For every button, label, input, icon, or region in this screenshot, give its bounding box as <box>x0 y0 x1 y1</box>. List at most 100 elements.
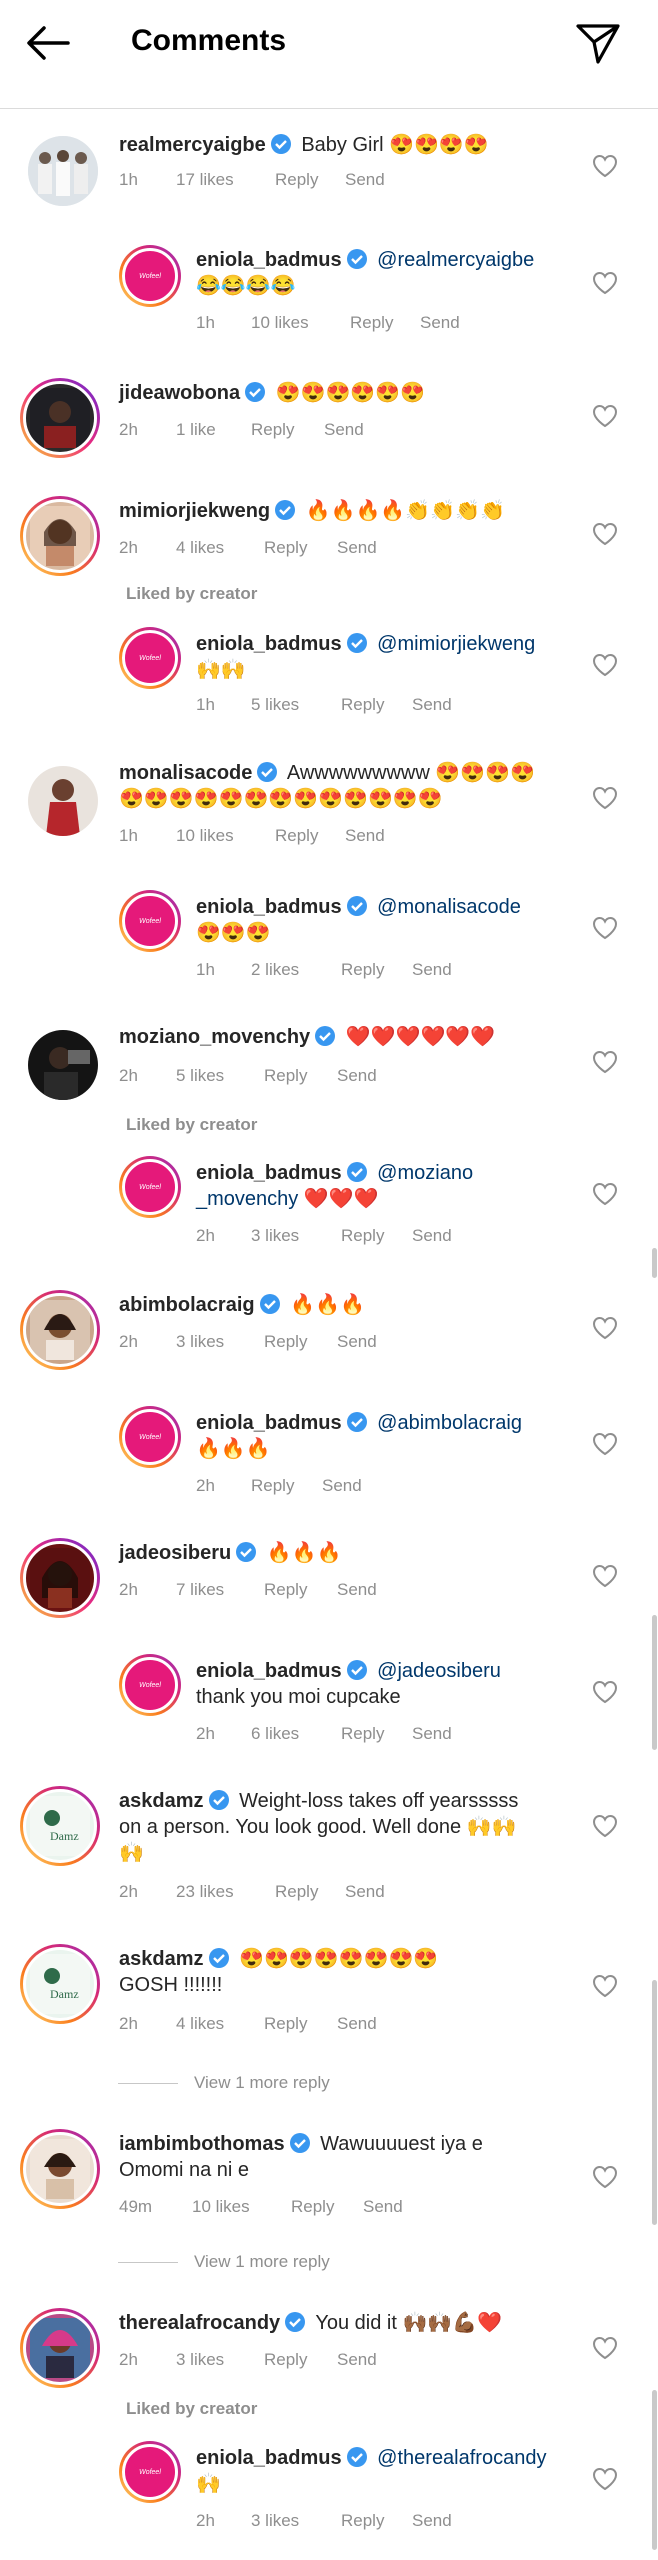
heart-icon[interactable] <box>592 1564 618 1588</box>
likes-count[interactable]: 1 like <box>176 420 251 440</box>
heart-icon[interactable] <box>592 916 618 940</box>
likes-count[interactable]: 10 likes <box>176 826 275 846</box>
likes-count[interactable]: 17 likes <box>176 170 275 190</box>
reply-button[interactable]: Reply <box>341 695 412 715</box>
likes-count[interactable]: 5 likes <box>251 695 341 715</box>
avatar[interactable] <box>20 2308 100 2388</box>
reply-button[interactable]: Reply <box>264 538 337 558</box>
username[interactable]: therealafrocandy <box>119 2312 280 2334</box>
mention[interactable]: @moziano <box>377 1162 473 1184</box>
reply-button[interactable]: Reply <box>291 2197 363 2217</box>
likes-count[interactable]: 3 likes <box>251 2511 341 2531</box>
reply-button[interactable]: Reply <box>341 1226 412 1246</box>
likes-count[interactable]: 3 likes <box>176 2350 264 2370</box>
avatar[interactable]: Wofeel <box>119 627 181 689</box>
heart-icon[interactable] <box>592 653 618 677</box>
back-arrow-icon[interactable] <box>22 22 74 64</box>
reply-button[interactable]: Reply <box>341 1724 412 1744</box>
reply-button[interactable]: Reply <box>275 170 345 190</box>
username[interactable]: monalisacode <box>119 762 252 784</box>
heart-icon[interactable] <box>592 404 618 428</box>
send-button[interactable]: Send <box>337 2014 377 2034</box>
send-button[interactable]: Send <box>324 420 364 440</box>
heart-icon[interactable] <box>592 786 618 810</box>
avatar[interactable]: Wofeel <box>119 245 181 307</box>
likes-count[interactable]: 3 likes <box>251 1226 341 1246</box>
avatar[interactable]: Wofeel <box>119 1654 181 1716</box>
paper-plane-icon[interactable] <box>572 18 624 68</box>
heart-icon[interactable] <box>592 1974 618 1998</box>
likes-count[interactable]: 5 likes <box>176 1066 264 1086</box>
view-more-replies[interactable]: View 1 more reply <box>118 2252 330 2272</box>
reply-button[interactable]: Reply <box>275 826 345 846</box>
likes-count[interactable]: 4 likes <box>176 538 264 558</box>
reply-button[interactable]: Reply <box>350 313 420 333</box>
avatar[interactable]: Damz <box>20 1786 100 1866</box>
avatar[interactable] <box>28 1030 98 1100</box>
username[interactable]: eniola_badmus <box>196 249 342 271</box>
send-button[interactable]: Send <box>337 1580 377 1600</box>
heart-icon[interactable] <box>592 2165 618 2189</box>
heart-icon[interactable] <box>592 1432 618 1456</box>
likes-count[interactable]: 10 likes <box>251 313 350 333</box>
send-button[interactable]: Send <box>337 1332 377 1352</box>
avatar[interactable]: Wofeel <box>119 1406 181 1468</box>
send-button[interactable]: Send <box>412 2511 452 2531</box>
username[interactable]: askdamz <box>119 1790 204 1812</box>
username[interactable]: mimiorjiekweng <box>119 500 270 522</box>
reply-button[interactable]: Reply <box>264 1580 337 1600</box>
avatar[interactable]: Wofeel <box>119 1156 181 1218</box>
username[interactable]: askdamz <box>119 1948 204 1970</box>
reply-button[interactable]: Reply <box>264 2350 337 2370</box>
avatar[interactable] <box>20 1290 100 1370</box>
avatar[interactable] <box>28 136 98 206</box>
reply-button[interactable]: Reply <box>251 420 324 440</box>
avatar[interactable]: Wofeel <box>119 890 181 952</box>
heart-icon[interactable] <box>592 1316 618 1340</box>
send-button[interactable]: Send <box>412 1226 452 1246</box>
mention[interactable]: @jadeosiberu <box>377 1660 501 1682</box>
reply-button[interactable]: Reply <box>264 1332 337 1352</box>
likes-count[interactable]: 10 likes <box>192 2197 291 2217</box>
likes-count[interactable]: 23 likes <box>176 1882 275 1902</box>
likes-count[interactable]: 6 likes <box>251 1724 341 1744</box>
heart-icon[interactable] <box>592 1050 618 1074</box>
likes-count[interactable]: 4 likes <box>176 2014 264 2034</box>
username[interactable]: abimbolacraig <box>119 1294 255 1316</box>
username[interactable]: eniola_badmus <box>196 1162 342 1184</box>
send-button[interactable]: Send <box>363 2197 403 2217</box>
heart-icon[interactable] <box>592 1680 618 1704</box>
username[interactable]: eniola_badmus <box>196 1660 342 1682</box>
avatar[interactable]: Damz <box>20 1944 100 2024</box>
username[interactable]: jideawobona <box>119 382 240 404</box>
avatar[interactable] <box>20 1538 100 1618</box>
likes-count[interactable]: 2 likes <box>251 960 341 980</box>
avatar[interactable]: Wofeel <box>119 2441 181 2503</box>
reply-button[interactable]: Reply <box>341 2511 412 2531</box>
reply-button[interactable]: Reply <box>251 1476 322 1496</box>
mention[interactable]: @mimiorjiekweng <box>377 633 535 655</box>
heart-icon[interactable] <box>592 2467 618 2491</box>
heart-icon[interactable] <box>592 154 618 178</box>
username[interactable]: eniola_badmus <box>196 1412 342 1434</box>
send-button[interactable]: Send <box>412 960 452 980</box>
mention[interactable]: @abimbolacraig <box>377 1412 522 1434</box>
send-button[interactable]: Send <box>337 538 377 558</box>
likes-count[interactable]: 3 likes <box>176 1332 264 1352</box>
send-button[interactable]: Send <box>345 1882 385 1902</box>
send-button[interactable]: Send <box>412 695 452 715</box>
send-button[interactable]: Send <box>337 2350 377 2370</box>
heart-icon[interactable] <box>592 522 618 546</box>
scrollbar-thumb[interactable] <box>652 1248 657 1278</box>
reply-button[interactable]: Reply <box>341 960 412 980</box>
reply-button[interactable]: Reply <box>264 1066 337 1086</box>
username[interactable]: jadeosiberu <box>119 1542 231 1564</box>
send-button[interactable]: Send <box>322 1476 362 1496</box>
username[interactable]: moziano_movenchy <box>119 1026 310 1048</box>
heart-icon[interactable] <box>592 2336 618 2360</box>
reply-button[interactable]: Reply <box>264 2014 337 2034</box>
username[interactable]: eniola_badmus <box>196 633 342 655</box>
mention-continued[interactable]: _movenchy <box>196 1188 298 1210</box>
reply-button[interactable]: Reply <box>275 1882 345 1902</box>
avatar[interactable] <box>20 496 100 576</box>
